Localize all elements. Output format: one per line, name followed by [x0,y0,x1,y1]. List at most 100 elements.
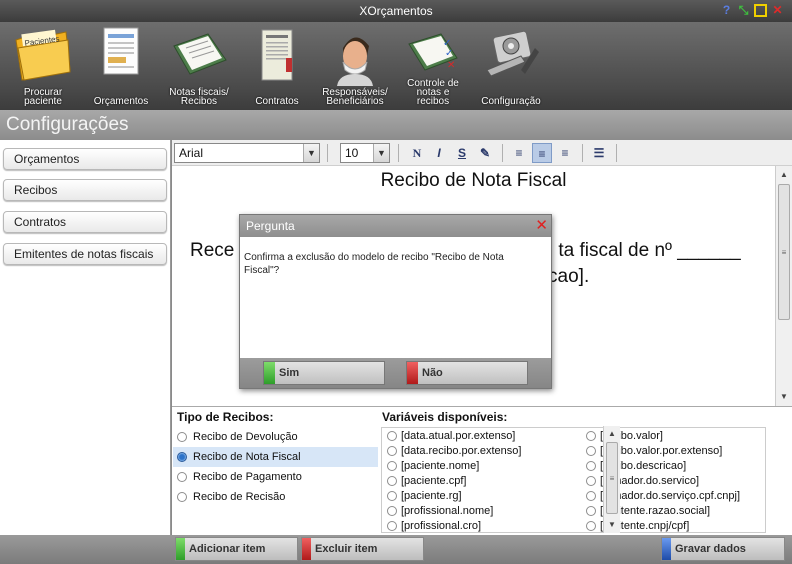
document-body-left: Rece [190,240,235,261]
dialog-title: Pergunta [246,219,295,233]
toolbar-responsaveis[interactable]: Responsáveis/Beneficiários [316,22,394,110]
sidebar-item-recibos[interactable]: Recibos [3,179,167,201]
delete-item-button[interactable]: Excluir item [301,537,424,561]
save-button[interactable]: Gravar dados [661,537,785,561]
radio-icon[interactable] [586,431,596,441]
radio-icon[interactable] [586,491,596,501]
radio-icon[interactable] [586,446,596,456]
radio-icon[interactable] [387,446,397,456]
radio-icon[interactable] [387,461,397,471]
yes-label: Sim [279,367,300,379]
font-family-select[interactable]: Arial ▼ [174,143,320,163]
list-item[interactable]: Recibo de Nota Fiscal [173,447,378,467]
section-title: Configurações [6,114,129,135]
toolbar-notas-fiscais[interactable]: Notas fiscais/Recibos [160,22,238,110]
radio-icon[interactable] [387,521,397,531]
contract-icon [261,29,293,81]
scroll-down-icon[interactable]: ▼ [604,518,620,532]
radio-selected-icon[interactable] [177,452,187,462]
scroll-up-icon[interactable]: ▲ [604,427,620,441]
scroll-down-icon[interactable]: ▼ [776,390,792,404]
scroll-thumb[interactable]: ≡ [778,184,790,320]
variables-header: Variáveis disponíveis: [382,410,508,424]
toolbar-contratos[interactable]: Contratos [238,22,316,110]
scroll-thumb[interactable]: ≡ [606,442,618,514]
variable-item[interactable]: [paciente.nome] [384,459,479,474]
save-label: Gravar dados [675,543,746,555]
folder-icon: Pacientes [15,29,71,81]
radio-icon[interactable] [177,472,187,482]
chevron-down-icon[interactable]: ▼ [373,144,389,162]
font-family-value: Arial [179,146,204,160]
spreadsheet-icon [103,27,139,75]
variable-item[interactable]: [paciente.cpf] [384,474,466,489]
text-color-icon[interactable]: ✎ [475,143,495,163]
toolbar-configuracao[interactable]: Configuração [472,22,550,110]
toolbar-separator [616,144,617,162]
dialog-header: Pergunta ✕ [240,215,551,237]
variable-item[interactable]: [data.atual.por.extenso] [384,429,515,444]
document-title: Recibo de Nota Fiscal [380,170,567,191]
underline-button[interactable]: S [452,143,472,163]
radio-icon[interactable] [387,431,397,441]
radio-icon[interactable] [586,506,596,516]
yes-button[interactable]: Sim [263,361,385,385]
maximize-icon[interactable] [754,4,767,17]
variable-item[interactable]: [profissional.cro] [384,519,481,532]
radio-icon[interactable] [177,492,187,502]
variable-item[interactable]: [tomador.do.servico] [583,474,699,489]
radio-icon[interactable] [177,432,187,442]
variable-item[interactable]: [recibo.descricao] [583,459,686,474]
tipos-list: Recibo de Devolução Recibo de Nota Fisca… [172,427,379,536]
radio-icon[interactable] [586,476,596,486]
list-item[interactable]: Recibo de Recisão [173,487,378,507]
align-right-icon[interactable]: ≡ [555,143,575,163]
toolbar-controle[interactable]: ✓ ✓ ✕ Controle de notas e recibos [394,22,472,110]
bullet-list-icon[interactable]: ☰ [589,143,609,163]
toolbar-procurar-paciente[interactable]: Pacientes Procurar paciente [4,22,82,110]
sidebar-item-contratos[interactable]: Contratos [3,211,167,233]
radio-icon[interactable] [387,476,397,486]
variables-scrollbar[interactable]: ▲ ≡ ▼ [603,426,620,533]
variable-item[interactable]: [paciente.rg] [384,489,462,504]
add-item-button[interactable]: Adicionar item [175,537,298,561]
chevron-down-icon[interactable]: ▼ [303,144,319,162]
toolbar-label-line2: Contratos [255,96,299,107]
tipo-label: Recibo de Pagamento [193,471,302,483]
radio-icon[interactable] [586,461,596,471]
radio-icon[interactable] [387,491,397,501]
toolbar-label-line2: Beneficiários [326,96,384,107]
scroll-up-icon[interactable]: ▲ [776,168,792,182]
toolbar-label-line2: Recibos [180,96,218,107]
close-icon[interactable]: ✕ [771,4,784,17]
list-item[interactable]: Recibo de Pagamento [173,467,378,487]
restore-icon[interactable]: ⤡ [737,4,750,17]
radio-icon[interactable] [586,521,596,531]
variable-item[interactable]: [profissional.nome] [384,504,493,519]
variable-item[interactable]: [recibo.valor] [583,429,663,444]
title-bar: XOrçamentos ? ⤡ ✕ [0,0,792,22]
no-button[interactable]: Não [406,361,528,385]
font-size-select[interactable]: 10 ▼ [340,143,390,163]
align-left-icon[interactable]: ≡ [509,143,529,163]
close-icon[interactable]: ✕ [535,216,548,236]
sidebar-item-orcamentos[interactable]: Orçamentos [3,148,167,170]
list-item[interactable]: Recibo de Devolução [173,427,378,447]
toolbar-separator [502,144,503,162]
variable-item[interactable]: [emitente.cnpj/cpf] [583,519,689,532]
align-center-icon[interactable]: ≡ [532,143,552,163]
document-scrollbar[interactable]: ▲ ≡ ▼ [775,166,792,406]
variable-item[interactable]: [data.recibo.por.extenso] [384,444,521,459]
confirm-dialog: Pergunta ✕ Confirma a exclusão do modelo… [239,214,552,389]
document-body-right: ta fiscal de nº ______ [558,240,741,261]
italic-button[interactable]: I [429,143,449,163]
templates-panel: Tipo de Recibos: Variáveis disponíveis: … [172,406,792,535]
radio-icon[interactable] [387,506,397,516]
sidebar-item-emitentes[interactable]: Emitentes de notas fiscais [3,243,167,265]
toolbar-orcamentos[interactable]: Orçamentos [82,22,160,110]
add-item-label: Adicionar item [189,543,266,555]
action-bar: Adicionar item Excluir item Gravar dados [0,535,792,564]
bold-button[interactable]: N [407,143,427,163]
font-size-value: 10 [345,146,359,160]
help-icon[interactable]: ? [720,4,733,17]
